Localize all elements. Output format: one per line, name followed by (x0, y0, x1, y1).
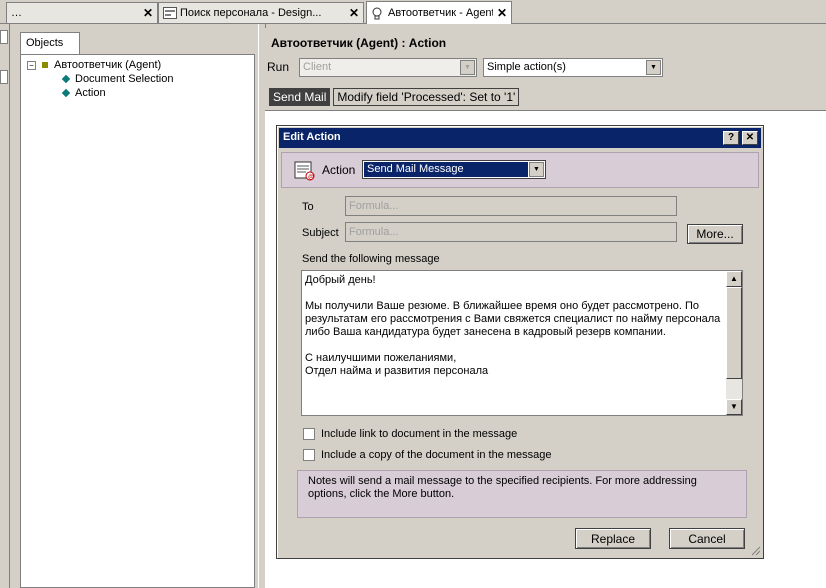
action-list: Send Mail Modify field 'Processed': Set … (269, 88, 520, 106)
action-type-select[interactable]: Send Mail Message ▼ (362, 160, 546, 179)
dialog-body: To Formula... Subject Formula... More...… (293, 190, 747, 518)
run-select[interactable]: Client ▼ (299, 58, 477, 77)
chevron-down-icon[interactable]: ▼ (460, 60, 475, 75)
tab-label: … (11, 7, 22, 19)
to-field[interactable]: Formula... (345, 196, 677, 216)
include-copy-checkbox[interactable] (303, 449, 315, 461)
tab-hidden[interactable]: … ✕ (6, 2, 158, 23)
svg-text:@: @ (308, 175, 314, 181)
tree-item-agent[interactable]: − Автоответчик (Agent) (27, 58, 161, 72)
left-strip (0, 24, 10, 588)
scroll-thumb[interactable] (726, 287, 742, 379)
strip-handle[interactable] (0, 70, 8, 84)
tab-agent[interactable]: Автоответчик - Agent ✕ (366, 1, 512, 24)
dialog-title: Edit Action (283, 131, 341, 143)
collapse-icon[interactable]: − (27, 60, 36, 70)
objects-pane: Objects − Автоответчик (Agent) Document … (12, 28, 262, 588)
tree-item-label: Автоответчик (Agent) (54, 59, 162, 71)
diamond-icon (61, 88, 71, 98)
tab-objects[interactable]: Objects (20, 32, 80, 54)
chevron-down-icon[interactable]: ▼ (529, 162, 544, 177)
tab-label: Автоответчик - Agent (388, 7, 493, 19)
mode-select[interactable]: Simple action(s) ▼ (483, 58, 663, 77)
tab-design[interactable]: Поиск персонала - Design... ✕ (158, 2, 364, 23)
info-note: Notes will send a mail message to the sp… (297, 470, 747, 518)
pane-title: Автоответчик (Agent) : Action (271, 36, 447, 50)
run-select-value: Client (303, 61, 332, 73)
close-icon[interactable]: ✕ (349, 7, 359, 19)
lightbulb-icon (371, 7, 385, 20)
help-button[interactable]: ? (723, 131, 739, 145)
action-type-value: Send Mail Message (364, 162, 528, 177)
include-copy-label: Include a copy of the document in the me… (321, 449, 552, 461)
close-icon[interactable]: ✕ (143, 7, 153, 19)
action-label: Action (322, 163, 356, 177)
action-chip-send-mail[interactable]: Send Mail (269, 88, 331, 106)
objects-tree: − Автоответчик (Agent) Document Selectio… (20, 54, 255, 588)
tab-label: Поиск персонала - Design... (180, 7, 322, 19)
resize-grip-icon[interactable] (749, 544, 761, 556)
tree-item-label: Action (75, 87, 106, 99)
include-link-label: Include link to document in the message (321, 428, 518, 440)
message-scrollbar[interactable]: ▲ ▼ (726, 271, 742, 415)
message-body[interactable]: Добрый день! Мы получили Ваше резюме. В … (301, 270, 743, 416)
subject-field[interactable]: Formula... (345, 222, 677, 242)
dialog-titlebar: Edit Action ? ✕ (279, 128, 761, 148)
mail-action-icon: @ (294, 161, 316, 181)
message-text[interactable]: Добрый день! Мы получили Ваше резюме. В … (305, 274, 725, 378)
tree-item-action[interactable]: Action (61, 86, 106, 100)
include-link-checkbox[interactable] (303, 428, 315, 440)
tree-item-document-selection[interactable]: Document Selection (61, 72, 174, 86)
replace-button[interactable]: Replace (575, 528, 651, 549)
subject-label: Subject (302, 227, 339, 239)
agent-icon (42, 62, 48, 68)
scroll-down-icon[interactable]: ▼ (726, 399, 742, 415)
scroll-up-icon[interactable]: ▲ (726, 271, 742, 287)
strip-handle[interactable] (0, 30, 8, 44)
include-copy-option[interactable]: Include a copy of the document in the me… (303, 449, 552, 461)
close-icon[interactable]: ✕ (497, 7, 507, 19)
to-label: To (302, 201, 314, 213)
message-label: Send the following message (302, 253, 440, 265)
more-button[interactable]: More... (687, 224, 743, 244)
mode-select-value: Simple action(s) (487, 61, 566, 73)
design-icon (163, 7, 177, 19)
close-button[interactable]: ✕ (742, 131, 758, 145)
action-chip-modify-field[interactable]: Modify field 'Processed': Set to '1' (333, 88, 520, 106)
diamond-icon (61, 74, 71, 84)
include-link-option[interactable]: Include link to document in the message (303, 428, 517, 440)
edit-action-dialog: Edit Action ? ✕ @ Action Send Mail Messa… (276, 125, 764, 559)
action-header: @ Action Send Mail Message ▼ (281, 152, 759, 188)
run-label: Run (267, 60, 290, 74)
tree-item-label: Document Selection (75, 73, 174, 85)
cancel-button[interactable]: Cancel (669, 528, 745, 549)
chevron-down-icon[interactable]: ▼ (646, 60, 661, 75)
tab-bar: … ✕ Поиск персонала - Design... ✕ Автоот… (0, 0, 826, 24)
